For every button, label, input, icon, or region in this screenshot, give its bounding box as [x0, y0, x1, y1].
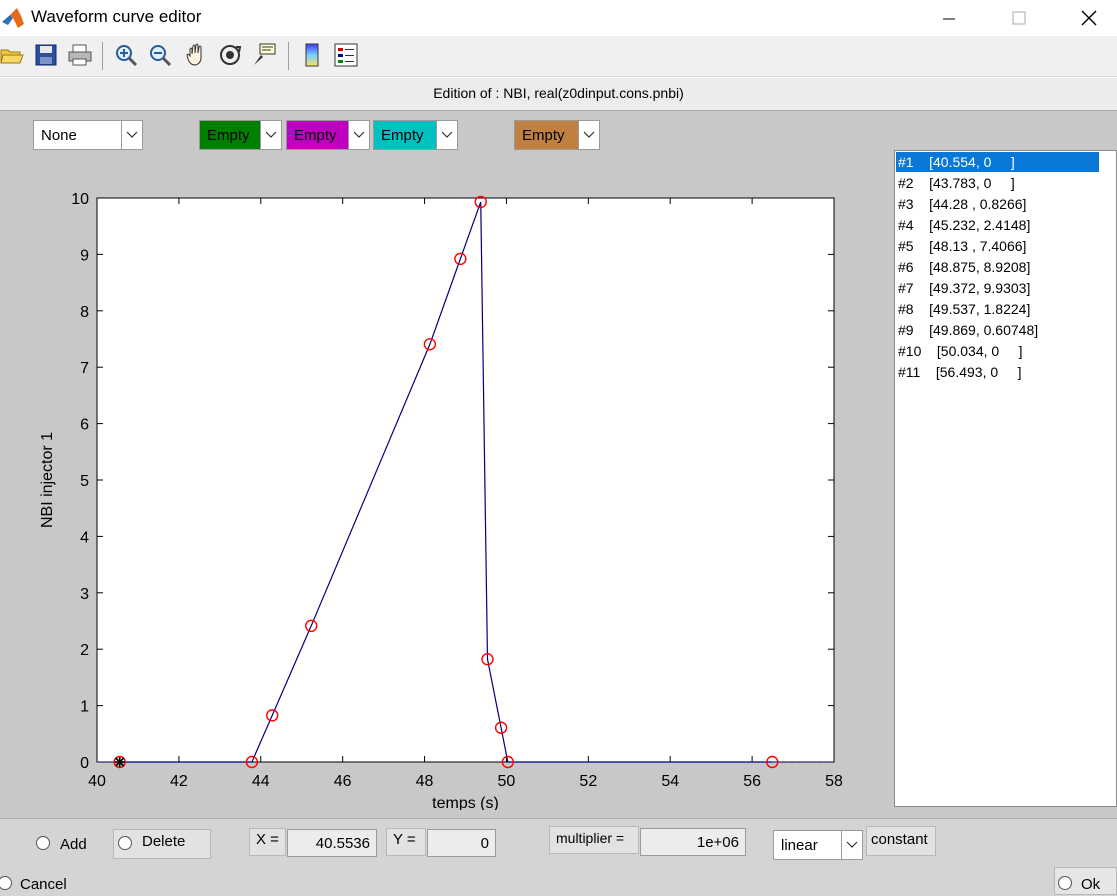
- multiplier-label-text: multiplier =: [556, 830, 625, 846]
- x-value-field[interactable]: 40.5536: [287, 829, 377, 857]
- y-tick-label: 10: [71, 191, 89, 208]
- multiplier-label: multiplier =: [549, 826, 639, 854]
- add-radio[interactable]: [36, 836, 50, 850]
- y-tick-label: 8: [80, 304, 89, 321]
- y-tick-label: 3: [80, 586, 89, 603]
- list-item[interactable]: #8 [49.537, 1.8224]: [896, 299, 1099, 319]
- edition-label: Edition of : NBI, real(z0dinput.cons.pnb…: [433, 85, 684, 101]
- y-tick-label: 1: [80, 699, 89, 716]
- zoom-out-icon[interactable]: [146, 41, 174, 69]
- toolbar-separator: [288, 42, 289, 70]
- y-tick-label: 6: [80, 417, 89, 434]
- rotate-icon[interactable]: [216, 41, 244, 69]
- minimize-button[interactable]: [914, 0, 984, 36]
- window-title: Waveform curve editor: [31, 7, 202, 26]
- points-listbox[interactable]: #1 [40.554, 0 ] #2 [43.783, 0 ] #3 [44.28 …: [894, 150, 1117, 807]
- ok-label[interactable]: Ok: [1081, 876, 1100, 893]
- y-axis-label: NBI injector 1: [39, 432, 56, 528]
- pan-hand-icon[interactable]: [182, 41, 210, 69]
- data-cursor-icon[interactable]: [250, 41, 278, 69]
- edition-bar: Edition of : NBI, real(z0dinput.cons.pnb…: [0, 77, 1117, 111]
- y-tick-label: 7: [80, 360, 89, 377]
- save-icon[interactable]: [32, 41, 60, 69]
- list-item[interactable]: #1 [40.554, 0 ]: [896, 152, 1099, 172]
- x-tick-label: 42: [170, 773, 188, 790]
- y-label-text: Y =: [393, 831, 416, 848]
- delete-label: Delete: [142, 833, 186, 850]
- list-item[interactable]: #5 [48.13 , 7.4066]: [896, 236, 1099, 256]
- legend-icon[interactable]: [332, 41, 360, 69]
- plot-area[interactable]: [96, 197, 835, 763]
- list-item[interactable]: #6 [48.875, 8.9208]: [896, 257, 1099, 277]
- y-tick-label: 9: [80, 247, 89, 264]
- ok-radio[interactable]: [1058, 876, 1072, 890]
- x-label-text: X =: [256, 831, 279, 848]
- list-item[interactable]: #11 [56.493, 0 ]: [896, 362, 1099, 382]
- y-tick-label: 2: [80, 642, 89, 659]
- waveform-chart[interactable]: 40 42 44 46 48 50 52 54 56 58012345678910temps (s…: [0, 110, 880, 810]
- chevron-down-icon: [841, 831, 862, 859]
- multiplier-field[interactable]: 1e+06: [640, 828, 746, 856]
- close-icon: [1081, 10, 1097, 26]
- delete-radio[interactable]: [118, 836, 132, 850]
- x-tick-label: 48: [416, 773, 434, 790]
- list-item[interactable]: #2 [43.783, 0 ]: [896, 173, 1099, 193]
- close-button[interactable]: [1054, 0, 1117, 36]
- y-value-field[interactable]: 0: [427, 829, 496, 857]
- toolbar: [0, 36, 1117, 77]
- x-label: X =: [249, 828, 286, 856]
- maximize-icon: [1012, 11, 1026, 25]
- interp-value: linear: [781, 837, 818, 854]
- maximize-button[interactable]: [984, 0, 1054, 36]
- list-item[interactable]: #4 [45.232, 2.4148]: [896, 215, 1099, 235]
- list-item[interactable]: #3 [44.28 , 0.8266]: [896, 194, 1099, 214]
- print-icon[interactable]: [66, 41, 94, 69]
- x-axis-label: temps (s): [432, 795, 499, 810]
- open-folder-icon[interactable]: [0, 41, 26, 69]
- list-item[interactable]: #9 [49.869, 0.60748]: [896, 320, 1099, 340]
- constant-label: constant: [871, 831, 928, 848]
- zoom-in-icon[interactable]: [112, 41, 140, 69]
- toolbar-separator: [102, 42, 103, 70]
- x-tick-label: 56: [743, 773, 761, 790]
- list-item[interactable]: #7 [49.372, 9.9303]: [896, 278, 1099, 298]
- add-label: Add: [60, 836, 87, 853]
- y-label: Y =: [386, 828, 426, 856]
- x-tick-label: 50: [498, 773, 516, 790]
- x-tick-label: 58: [825, 773, 843, 790]
- y-tick-label: 0: [80, 755, 89, 772]
- title-bar: Waveform curve editor: [0, 0, 1117, 36]
- x-tick-label: 52: [579, 773, 597, 790]
- x-tick-label: 44: [252, 773, 270, 790]
- y-tick-label: 4: [80, 529, 89, 546]
- x-tick-label: 40: [88, 773, 106, 790]
- cancel-label[interactable]: Cancel: [20, 876, 67, 893]
- minimize-icon: [943, 18, 955, 20]
- list-item[interactable]: #10 [50.034, 0 ]: [896, 341, 1099, 361]
- matlab-logo-icon: [2, 8, 24, 28]
- x-tick-label: 46: [334, 773, 352, 790]
- colorbar-icon[interactable]: [298, 41, 326, 69]
- constant-checkbox[interactable]: constant: [866, 826, 936, 856]
- y-tick-label: 5: [80, 473, 89, 490]
- x-tick-label: 54: [661, 773, 679, 790]
- interp-dropdown[interactable]: linear: [773, 830, 863, 860]
